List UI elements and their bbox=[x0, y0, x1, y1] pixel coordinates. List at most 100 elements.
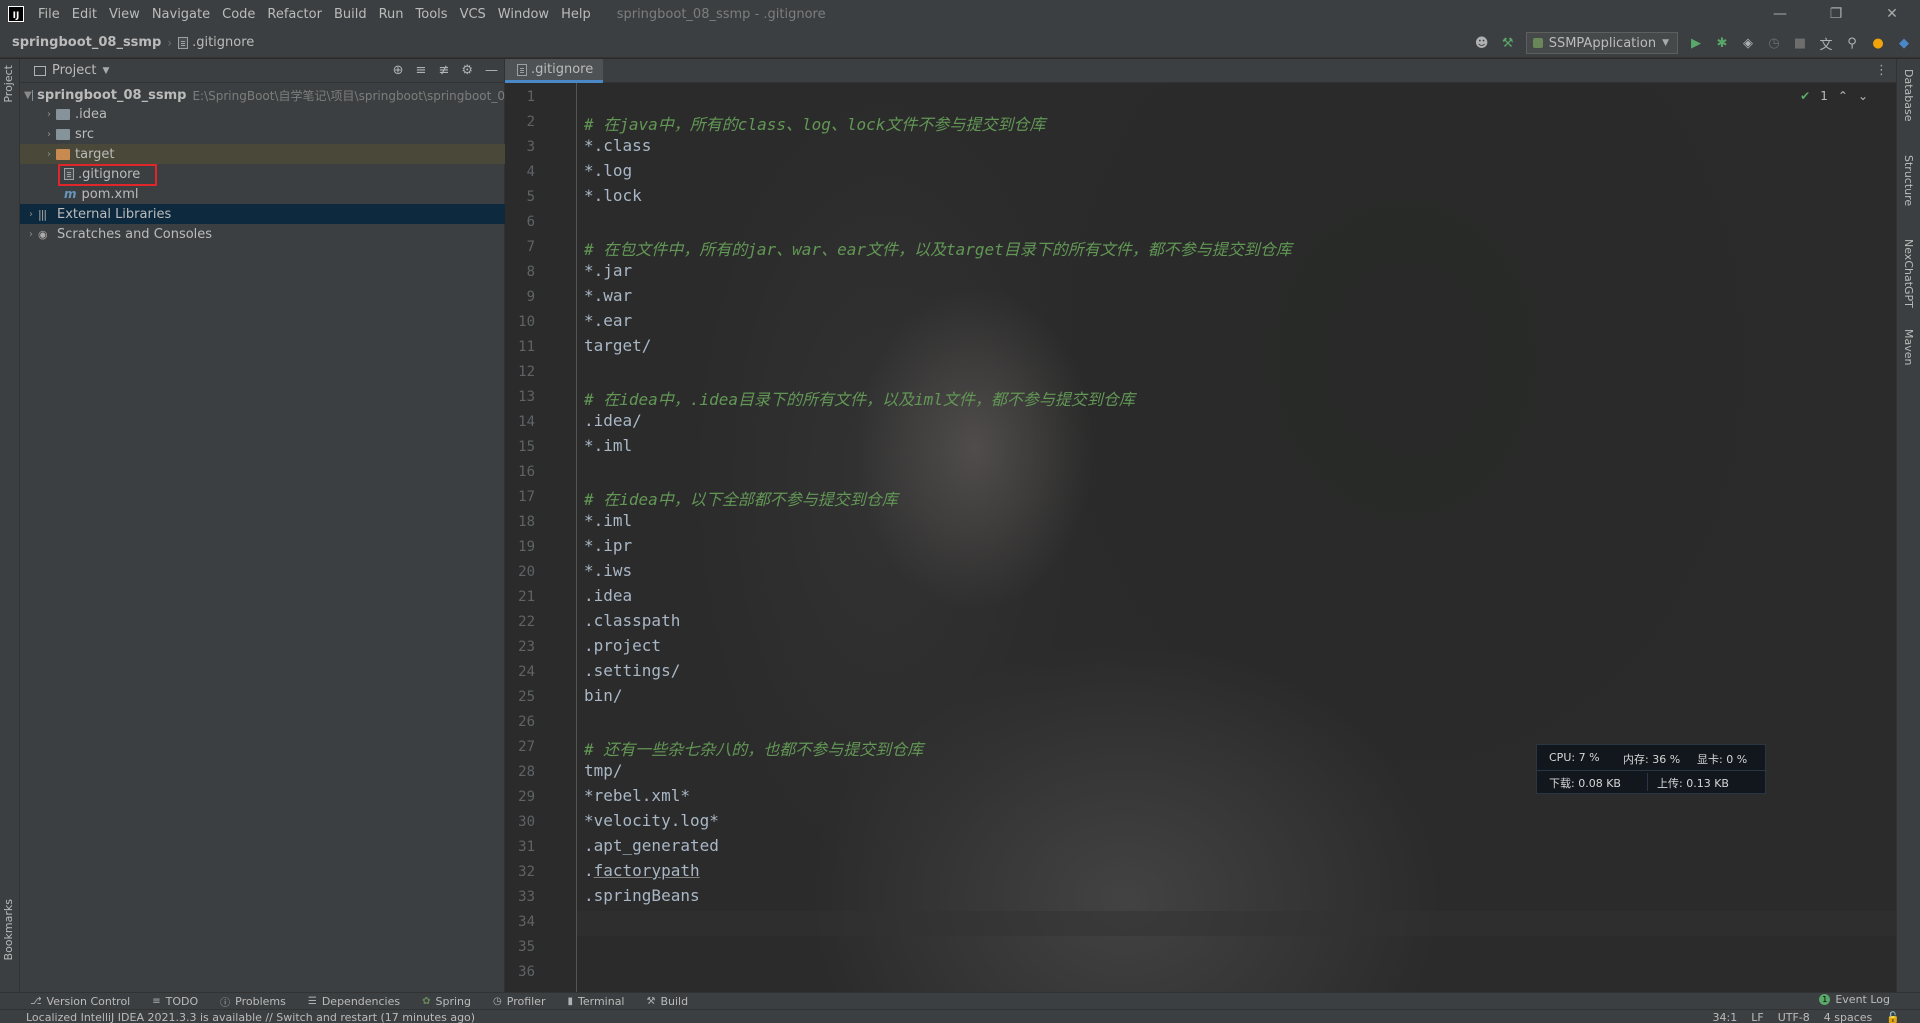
nexchatgpt-tool-tab[interactable]: NexChatGPT bbox=[1902, 239, 1915, 308]
profile-icon[interactable]: ◷ bbox=[1766, 35, 1782, 51]
menu-navigate[interactable]: Navigate bbox=[146, 7, 216, 22]
search-icon[interactable]: ⚲ bbox=[1844, 35, 1860, 51]
lock-icon[interactable]: 🔓 bbox=[1886, 1011, 1900, 1023]
tree-item-label: .idea bbox=[75, 106, 107, 122]
breadcrumb-project[interactable]: springboot_08_ssmp bbox=[12, 35, 161, 50]
tool-profiler[interactable]: ◷ Profiler bbox=[493, 995, 545, 1008]
database-tool-tab[interactable]: Database bbox=[1902, 69, 1915, 122]
expand-all-icon[interactable]: ≡ bbox=[416, 63, 427, 78]
chevron-right-icon[interactable]: › bbox=[24, 229, 38, 240]
menu-help[interactable]: Help bbox=[555, 7, 597, 22]
tool-event-log[interactable]: 1 Event Log bbox=[1819, 993, 1890, 1006]
info-icon: ⓘ bbox=[220, 997, 231, 1009]
code-line-33: .springBeans bbox=[584, 886, 700, 905]
code-line-29: *rebel.xml* bbox=[584, 786, 690, 805]
status-message[interactable]: Localized IntelliJ IDEA 2021.3.3 is avai… bbox=[26, 1011, 475, 1023]
tool-build[interactable]: ⚒ Build bbox=[647, 995, 689, 1008]
tree-item-pom[interactable]: m pom.xml bbox=[20, 184, 505, 204]
tree-item-label: Scratches and Consoles bbox=[57, 226, 213, 242]
tool-dependencies[interactable]: ☰ Dependencies bbox=[308, 995, 400, 1008]
folder-icon bbox=[56, 128, 70, 140]
locate-icon[interactable]: ⊕ bbox=[393, 63, 404, 78]
chevron-down-icon[interactable]: ▼ bbox=[24, 90, 32, 101]
chevron-right-icon[interactable]: › bbox=[42, 149, 56, 160]
more-options-icon[interactable]: ⋮ bbox=[1875, 63, 1888, 78]
gpu-usage: 显卡: 0 % bbox=[1697, 753, 1748, 766]
menu-build[interactable]: Build bbox=[328, 7, 373, 22]
editor[interactable]: .gitignore ⋮ ✔ 1 ⌃ ⌄ # 在java中，所有的class、l… bbox=[505, 59, 1896, 992]
build-hammer-icon[interactable]: ⚒ bbox=[1500, 35, 1516, 51]
tab-gitignore[interactable]: .gitignore bbox=[505, 59, 604, 83]
bookmarks-tool-tab[interactable]: Bookmarks bbox=[2, 899, 15, 960]
tool-terminal[interactable]: ▮ Terminal bbox=[567, 995, 624, 1008]
check-icon: ✔ bbox=[1800, 89, 1811, 103]
line-separator[interactable]: LF bbox=[1751, 1011, 1763, 1023]
editor-tab-bar: .gitignore ⋮ bbox=[505, 59, 1896, 83]
maven-tool-tab[interactable]: Maven bbox=[1902, 329, 1915, 365]
gear-icon[interactable]: ⚙ bbox=[461, 63, 473, 78]
code-line-32: .factorypath bbox=[584, 861, 700, 880]
inspection-widget[interactable]: ✔ 1 ⌃ ⌄ bbox=[1800, 89, 1868, 103]
debug-icon[interactable]: ✱ bbox=[1714, 35, 1730, 51]
run-configuration-select[interactable]: SSMPApplication ▼ bbox=[1525, 32, 1678, 54]
translate-icon[interactable]: 文 bbox=[1818, 35, 1834, 53]
menu-file[interactable]: File bbox=[32, 7, 66, 22]
close-button[interactable]: ✕ bbox=[1864, 0, 1920, 28]
file-encoding[interactable]: UTF-8 bbox=[1778, 1011, 1810, 1023]
caret-position[interactable]: 34:1 bbox=[1713, 1011, 1738, 1023]
tool-label: Problems bbox=[235, 994, 286, 1008]
tool-problems[interactable]: ⓘ Problems bbox=[220, 994, 286, 1009]
chevron-right-icon[interactable]: › bbox=[42, 109, 56, 120]
plugin-icon[interactable]: ◆ bbox=[1896, 35, 1912, 51]
chevron-down-icon[interactable]: ⌄ bbox=[1858, 89, 1868, 103]
menu-edit[interactable]: Edit bbox=[66, 7, 103, 22]
chevron-down-icon[interactable]: ▼ bbox=[102, 66, 109, 76]
tool-version-control[interactable]: ⎇ Version Control bbox=[30, 995, 130, 1008]
line-number: 2 bbox=[526, 114, 535, 130]
monitor-divider bbox=[1537, 770, 1767, 771]
stop-icon[interactable]: ■ bbox=[1792, 35, 1808, 51]
restore-button[interactable]: ❐ bbox=[1808, 0, 1864, 28]
menu-view[interactable]: View bbox=[103, 7, 146, 22]
menu-tools[interactable]: Tools bbox=[410, 7, 454, 22]
breadcrumb-file[interactable]: .gitignore bbox=[192, 35, 254, 50]
tree-item-src[interactable]: › src bbox=[20, 124, 505, 144]
project-panel-title[interactable]: Project bbox=[52, 63, 96, 78]
tree-item-scratches[interactable]: › ◉ Scratches and Consoles bbox=[20, 224, 505, 244]
tree-item-target[interactable]: › target bbox=[20, 144, 505, 164]
minimize-button[interactable]: — bbox=[1752, 0, 1808, 28]
menu-refactor[interactable]: Refactor bbox=[261, 7, 328, 22]
code-line-10: *.ear bbox=[584, 311, 633, 330]
code-line-20: *.iws bbox=[584, 561, 633, 580]
chevron-right-icon[interactable]: › bbox=[24, 209, 38, 220]
tree-item-idea[interactable]: › .idea bbox=[20, 104, 505, 124]
run-icon[interactable]: ▶ bbox=[1688, 35, 1704, 51]
event-count-badge: 1 bbox=[1819, 994, 1831, 1005]
line-number: 22 bbox=[518, 614, 535, 630]
menu-run[interactable]: Run bbox=[373, 7, 410, 22]
chevron-up-icon[interactable]: ⌃ bbox=[1838, 89, 1848, 103]
update-icon[interactable]: ● bbox=[1870, 35, 1886, 51]
collapse-all-icon[interactable]: ≢ bbox=[438, 63, 449, 78]
line-number: 27 bbox=[518, 739, 535, 755]
intellij-logo-icon: IJ bbox=[8, 6, 24, 22]
menu-vcs[interactable]: VCS bbox=[454, 7, 492, 22]
menu-window[interactable]: Window bbox=[492, 7, 555, 22]
tool-spring[interactable]: ✿ Spring bbox=[422, 995, 471, 1008]
tool-todo[interactable]: ≡ TODO bbox=[152, 995, 198, 1008]
user-icon[interactable]: ☻ bbox=[1474, 35, 1490, 51]
coverage-icon[interactable]: ◈ bbox=[1740, 35, 1756, 51]
project-tool-tab[interactable]: Project bbox=[2, 65, 15, 103]
indent-setting[interactable]: 4 spaces bbox=[1824, 1011, 1873, 1023]
tool-label: TODO bbox=[165, 994, 199, 1008]
tree-item-root[interactable]: ▼ springboot_08_ssmp E:\SpringBoot\自学笔记\… bbox=[20, 85, 505, 105]
line-number: 17 bbox=[518, 489, 535, 505]
chevron-right-icon[interactable]: › bbox=[42, 129, 56, 140]
library-icon: ||| bbox=[38, 207, 47, 221]
structure-tool-tab[interactable]: Structure bbox=[1902, 155, 1915, 206]
menu-code[interactable]: Code bbox=[216, 7, 261, 22]
hide-icon[interactable]: — bbox=[485, 63, 498, 78]
window-title: springboot_08_ssmp - .gitignore bbox=[616, 6, 826, 22]
tree-item-external-libraries[interactable]: › ||| External Libraries bbox=[20, 204, 505, 224]
project-view-icon bbox=[34, 65, 46, 76]
